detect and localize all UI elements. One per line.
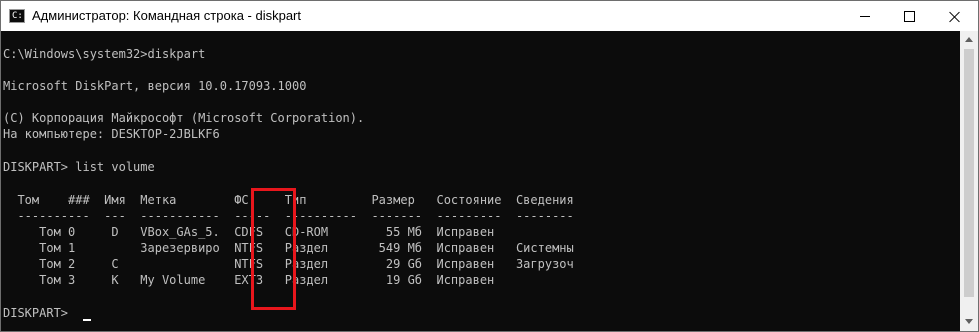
minimize-icon [859, 15, 870, 17]
vertical-scrollbar[interactable] [960, 31, 978, 331]
text-cursor [83, 319, 91, 321]
title-bar[interactable]: C: Администратор: Командная строка - dis… [1, 1, 978, 31]
console-line: DISKPART> list volume [3, 160, 155, 174]
console-line: Microsoft DiskPart, версия 10.0.17093.10… [3, 79, 307, 93]
cmd-icon[interactable]: C: [9, 9, 25, 23]
scrollbar-thumb[interactable] [964, 49, 974, 297]
command-prompt[interactable]: DISKPART> [3, 305, 75, 321]
close-icon [949, 11, 960, 22]
console-line: C:\Windows\system32>diskpart [3, 47, 206, 61]
console-output[interactable]: C:\Windows\system32>diskpart Microsoft D… [1, 31, 960, 331]
command-prompt-window: C: Администратор: Командная строка - dis… [0, 0, 979, 332]
filesystem-column-highlight [251, 188, 296, 310]
scroll-up-icon[interactable] [965, 37, 973, 42]
volume-row: Том 0 D VBox_GAs_5. CDFS CD-ROM 55 Мб Ис… [3, 225, 495, 239]
minimize-button[interactable] [842, 1, 887, 31]
window-title: Администратор: Командная строка - diskpa… [32, 8, 302, 23]
maximize-button[interactable] [887, 1, 932, 31]
close-button[interactable] [932, 1, 977, 31]
maximize-icon [904, 10, 915, 22]
scroll-down-icon[interactable] [965, 319, 973, 324]
prompt-glyph: C: [12, 11, 23, 21]
console-line: (C) Корпорация Майкрософт (Microsoft Cor… [3, 111, 365, 125]
volume-row: Том 3 K My Volume EXT3 Раздел 19 Gб Испр… [3, 273, 495, 287]
console-line: На компьютере: DESKTOP-2JBLKF6 [3, 127, 220, 141]
